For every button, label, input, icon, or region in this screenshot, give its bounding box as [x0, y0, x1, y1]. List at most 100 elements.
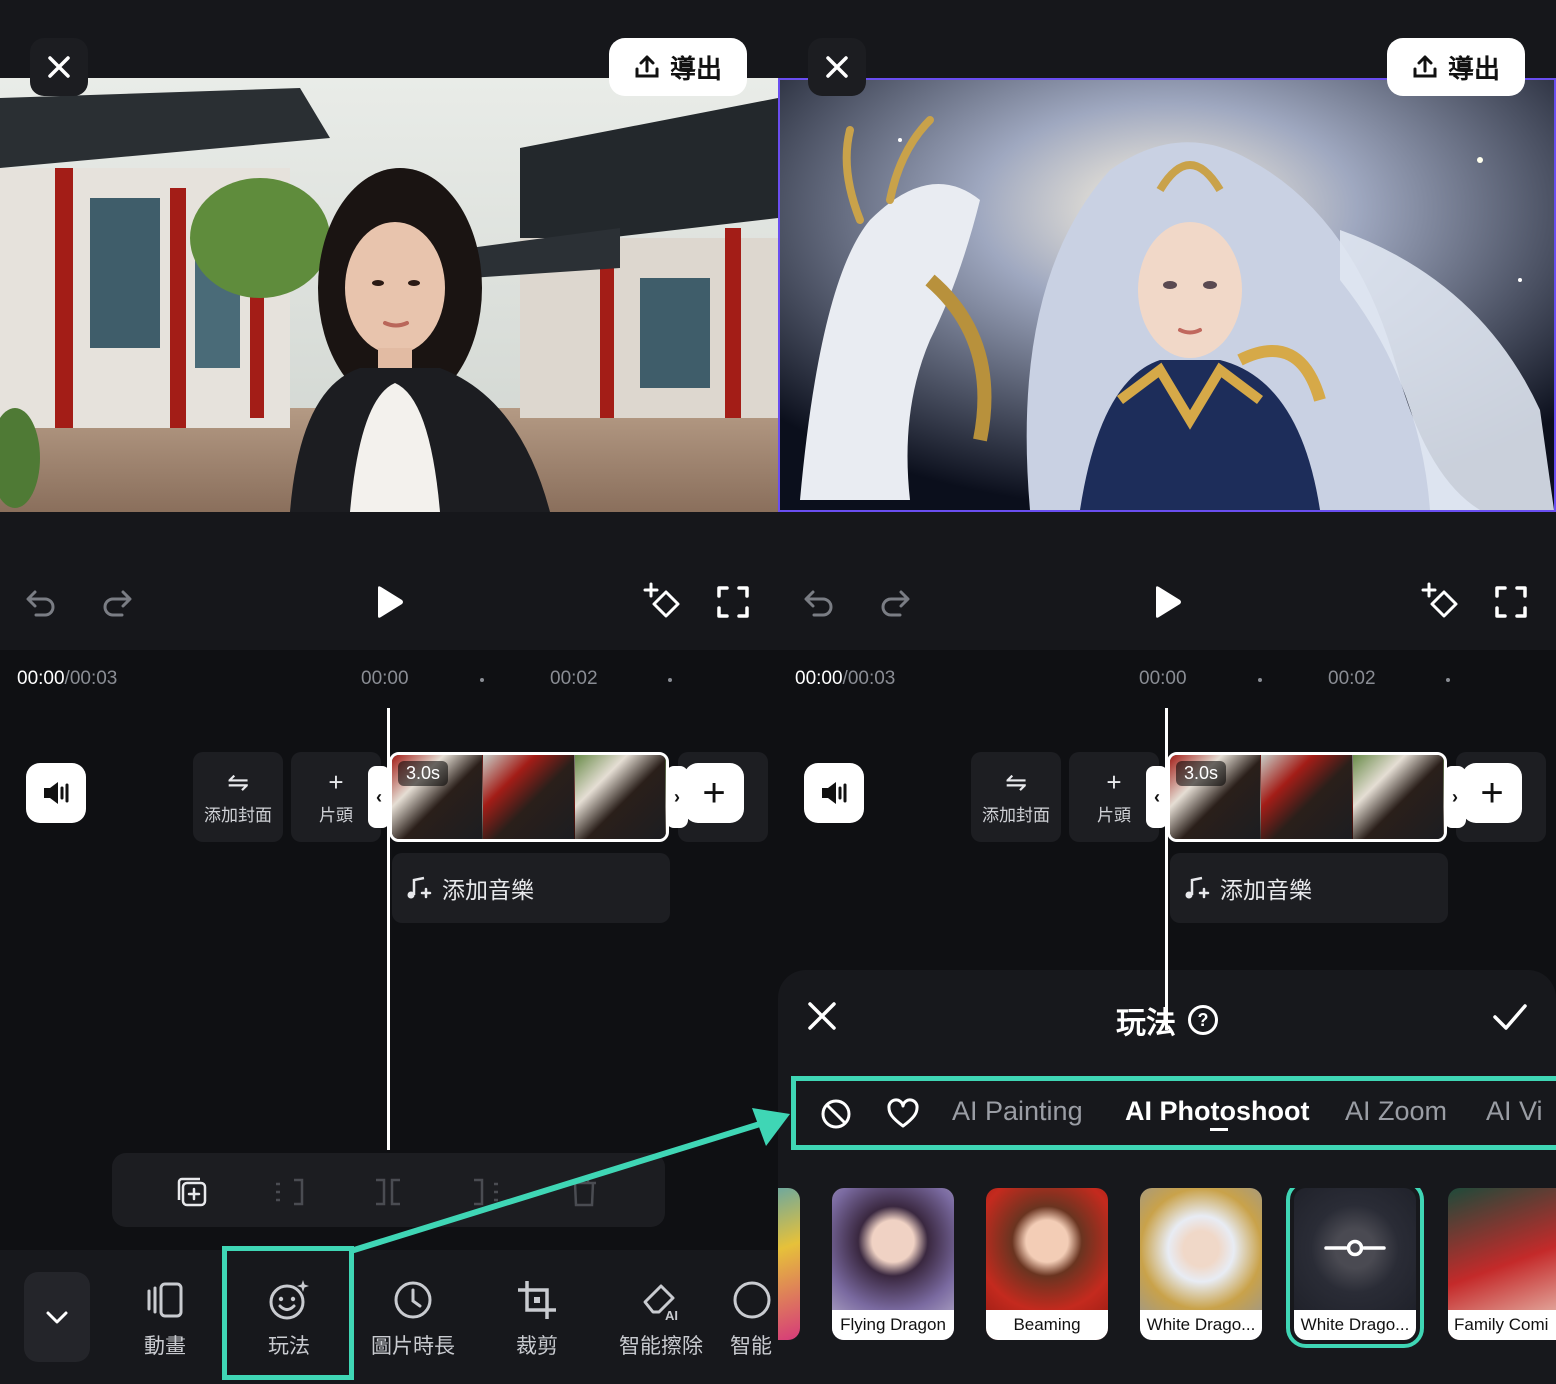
effect-label: White Drago... [1140, 1310, 1262, 1340]
keyframe-button[interactable] [1414, 575, 1468, 629]
chevron-down-icon [46, 1311, 68, 1324]
mute-audio-button[interactable] [804, 763, 864, 823]
fullscreen-button[interactable] [706, 575, 760, 629]
export-button[interactable]: 導出 [1387, 38, 1525, 96]
temple-portrait-photo [0, 78, 778, 512]
ruler-dot [1446, 678, 1450, 682]
play-button[interactable] [362, 575, 416, 629]
sheet-confirm-button[interactable] [1492, 1002, 1528, 1037]
redo-button[interactable] [868, 575, 922, 629]
clip-duration: 3.0s [398, 761, 449, 786]
plus-icon: + [1480, 771, 1504, 815]
export-label: 導出 [1447, 53, 1500, 84]
effect-thumbnail-beaming[interactable]: Beaming [986, 1188, 1108, 1340]
tool-label: 動畫 [144, 1335, 186, 1358]
swap-icon: ⇋ [1005, 766, 1027, 797]
add-music-label: 添加音樂 [1220, 877, 1312, 903]
gameplay-highlight-box [222, 1246, 354, 1380]
video-clip[interactable]: 3.0s [1167, 752, 1447, 842]
ruler-tick-label: 00:02 [1328, 668, 1376, 689]
add-cover-label: 添加封面 [204, 805, 272, 825]
fullscreen-icon [717, 586, 749, 618]
time-display: 00:00/00:03 [795, 668, 896, 689]
tool-animation[interactable]: 動畫 [110, 1278, 220, 1368]
ruler-dot [480, 678, 484, 682]
collapse-button[interactable] [24, 1272, 90, 1362]
clip-frame [1261, 755, 1353, 839]
adjust-slider-icon[interactable] [1324, 1238, 1386, 1258]
playhead[interactable] [1165, 708, 1168, 1030]
keyframe-add-icon [1421, 582, 1458, 618]
swap-icon: ⇋ [227, 766, 249, 797]
clock-icon [394, 1281, 432, 1319]
ruler-tick-label: 00:00 [1139, 668, 1187, 689]
ruler-dot [668, 678, 672, 682]
add-cover-label: 添加封面 [982, 805, 1050, 825]
playhead[interactable] [387, 708, 390, 1150]
undo-button[interactable] [14, 575, 68, 629]
trim-left-icon [276, 1178, 304, 1206]
redo-button[interactable] [90, 575, 144, 629]
bottom-tool-bar: 動畫 玩法 圖片時長 裁剪 AI 智能擦除 智能 [0, 1250, 778, 1384]
undo-button[interactable] [792, 575, 846, 629]
speaker-icon [822, 782, 847, 804]
tool-ai-more[interactable]: 智能 [730, 1278, 778, 1368]
clip-duration: 3.0s [1176, 761, 1227, 786]
split-left-button[interactable] [270, 1172, 310, 1212]
delete-button[interactable] [564, 1172, 604, 1212]
svg-text:AI: AI [665, 1308, 678, 1322]
close-button[interactable] [808, 38, 866, 96]
trim-right-icon [474, 1178, 498, 1206]
add-music-track[interactable]: 添加音樂 [1170, 853, 1448, 923]
effect-label: White Drago... [1294, 1310, 1416, 1340]
ai-icon [733, 1281, 771, 1319]
effect-thumbnail-white-dragon[interactable]: White Drago... [1140, 1188, 1262, 1340]
clip-frame [483, 755, 575, 839]
mute-audio-button[interactable] [26, 763, 86, 823]
split-right-button[interactable] [466, 1172, 506, 1212]
keyframe-button[interactable] [636, 575, 690, 629]
help-icon[interactable]: ? [1188, 1005, 1218, 1035]
crop-icon [518, 1281, 556, 1319]
ruler-dot [1258, 678, 1262, 682]
ruler-tick-label: 00:02 [550, 668, 598, 689]
split-button[interactable] [368, 1172, 408, 1212]
intro-label: 片頭 [319, 805, 353, 825]
time-display: 00:00/00:03 [17, 668, 118, 689]
tabs-highlight-box [791, 1076, 1556, 1150]
plus-icon: + [1106, 766, 1122, 797]
add-clip-button[interactable]: + [1462, 763, 1522, 823]
tool-label: 裁剪 [516, 1335, 558, 1358]
preview-area: 導出 [0, 0, 778, 650]
export-label: 導出 [669, 53, 722, 84]
play-icon [1156, 586, 1181, 618]
duplicate-button[interactable] [172, 1172, 212, 1212]
fullscreen-button[interactable] [1484, 575, 1538, 629]
effect-thumbnail-flying-dragon[interactable]: Flying Dragon [832, 1188, 954, 1340]
tool-image-duration[interactable]: 圖片時長 [358, 1278, 468, 1368]
add-music-track[interactable]: 添加音樂 [392, 853, 670, 923]
export-button[interactable]: 導出 [609, 38, 747, 96]
ai-eraser-icon: AI [643, 1284, 678, 1322]
effect-label: Family Comi [1448, 1310, 1556, 1340]
tool-ai-eraser[interactable]: AI 智能擦除 [606, 1278, 716, 1368]
effect-thumbnail-family-comic[interactable]: Family Comi [1448, 1188, 1556, 1340]
play-button[interactable] [1140, 575, 1194, 629]
tool-label: 智能擦除 [619, 1335, 703, 1358]
clip-frame [1352, 755, 1444, 839]
tool-crop[interactable]: 裁剪 [482, 1278, 592, 1368]
video-clip[interactable]: 3.0s [389, 752, 669, 842]
add-clip-button[interactable]: + [684, 763, 744, 823]
photo-preview-ai [778, 78, 1556, 512]
add-cover-button[interactable]: ⇋ 添加封面 [971, 752, 1061, 842]
preview-area: 導出 [778, 0, 1556, 650]
clip-frame [574, 755, 666, 839]
close-button[interactable] [30, 38, 88, 96]
add-cover-button[interactable]: ⇋ 添加封面 [193, 752, 283, 842]
speaker-icon [44, 782, 69, 804]
effect-thumbnail-white-dragon-selected[interactable]: White Drago... [1286, 1188, 1424, 1348]
redo-icon [103, 590, 132, 617]
effect-thumbnail[interactable] [778, 1188, 800, 1340]
play-icon [378, 586, 403, 618]
plus-icon: + [328, 766, 344, 797]
